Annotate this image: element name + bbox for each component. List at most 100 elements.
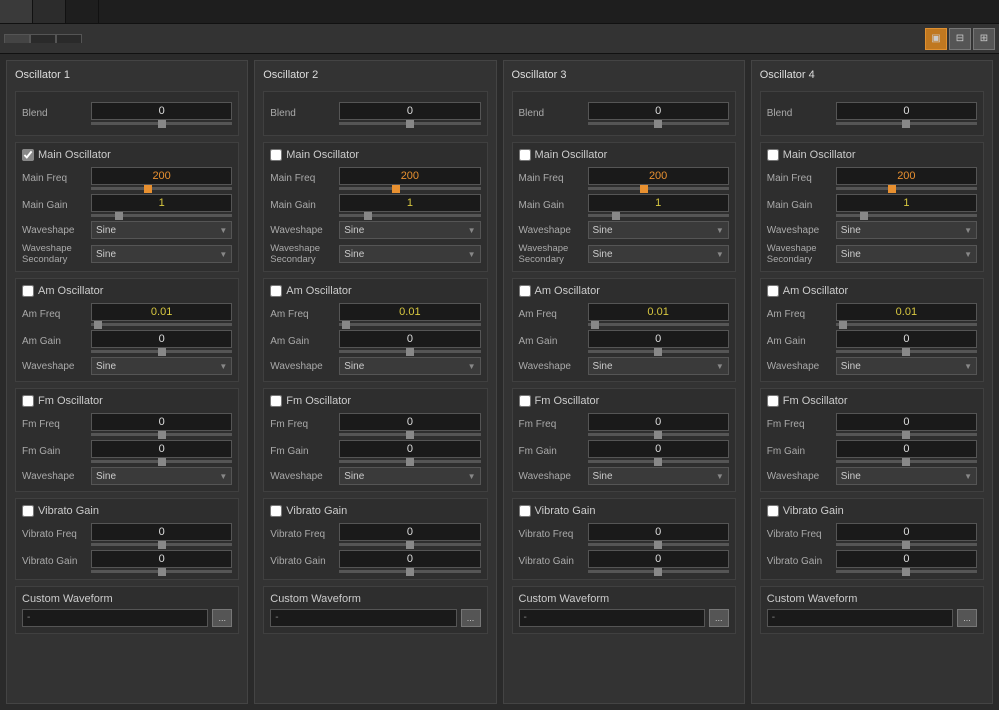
main-osc-checkbox-3[interactable]: [519, 149, 531, 161]
am-osc-checkbox-1[interactable]: [22, 285, 34, 297]
blend-value-1[interactable]: 0: [91, 102, 232, 120]
blend-value-2[interactable]: 0: [339, 102, 480, 120]
main-freq-value-2[interactable]: 200: [339, 167, 480, 185]
fm-osc-checkbox-4[interactable]: [767, 395, 779, 407]
vibrato-checkbox-1[interactable]: [22, 505, 34, 517]
fm-gain-slider-3[interactable]: [588, 460, 729, 463]
main-gain-value-4[interactable]: 1: [836, 194, 977, 212]
title-tab-notes[interactable]: [66, 0, 99, 23]
fm-waveshape-select-2[interactable]: Sine ▼: [339, 467, 480, 485]
main-osc-checkbox-2[interactable]: [270, 149, 282, 161]
single-panel-button[interactable]: ▣: [925, 28, 947, 50]
main-gain-slider-1[interactable]: [91, 214, 232, 217]
vibrato-gain-slider-2[interactable]: [339, 570, 480, 573]
custom-waveform-input-4[interactable]: -: [767, 609, 953, 627]
am-waveshape-select-4[interactable]: Sine ▼: [836, 357, 977, 375]
waveshape-select-4[interactable]: Sine ▼: [836, 221, 977, 239]
tab-states[interactable]: [56, 34, 82, 43]
blend-slider-1[interactable]: [91, 122, 232, 125]
vibrato-gain-slider-4[interactable]: [836, 570, 977, 573]
vibrato-freq-slider-2[interactable]: [339, 543, 480, 546]
tab-effect-settings[interactable]: [4, 34, 30, 43]
custom-waveform-btn-1[interactable]: ...: [212, 609, 232, 627]
fm-gain-value-4[interactable]: 0: [836, 440, 977, 458]
vibrato-gain-slider-3[interactable]: [588, 570, 729, 573]
main-freq-value-1[interactable]: 200: [91, 167, 232, 185]
am-gain-slider-4[interactable]: [836, 350, 977, 353]
main-gain-value-3[interactable]: 1: [588, 194, 729, 212]
am-waveshape-select-1[interactable]: Sine ▼: [91, 357, 232, 375]
blend-slider-2[interactable]: [339, 122, 480, 125]
fm-gain-value-2[interactable]: 0: [339, 440, 480, 458]
main-gain-slider-2[interactable]: [339, 214, 480, 217]
custom-waveform-input-2[interactable]: -: [270, 609, 456, 627]
am-waveshape-select-3[interactable]: Sine ▼: [588, 357, 729, 375]
main-freq-slider-4[interactable]: [836, 187, 977, 190]
am-gain-value-2[interactable]: 0: [339, 330, 480, 348]
am-osc-checkbox-4[interactable]: [767, 285, 779, 297]
vibrato-freq-value-2[interactable]: 0: [339, 523, 480, 541]
waveshape-secondary-select-4[interactable]: Sine ▼: [836, 245, 977, 263]
fm-gain-value-3[interactable]: 0: [588, 440, 729, 458]
vibrato-gain-value-4[interactable]: 0: [836, 550, 977, 568]
am-freq-value-1[interactable]: 0.01: [91, 303, 232, 321]
custom-waveform-btn-4[interactable]: ...: [957, 609, 977, 627]
am-osc-checkbox-3[interactable]: [519, 285, 531, 297]
main-freq-value-4[interactable]: 200: [836, 167, 977, 185]
quad-panel-button[interactable]: ⊞: [973, 28, 995, 50]
am-freq-value-3[interactable]: 0.01: [588, 303, 729, 321]
am-freq-slider-2[interactable]: [339, 323, 480, 326]
main-freq-value-3[interactable]: 200: [588, 167, 729, 185]
fm-freq-value-4[interactable]: 0: [836, 413, 977, 431]
fm-freq-slider-2[interactable]: [339, 433, 480, 436]
vibrato-freq-value-4[interactable]: 0: [836, 523, 977, 541]
fm-osc-checkbox-1[interactable]: [22, 395, 34, 407]
fm-waveshape-select-4[interactable]: Sine ▼: [836, 467, 977, 485]
am-freq-value-4[interactable]: 0.01: [836, 303, 977, 321]
main-gain-value-2[interactable]: 1: [339, 194, 480, 212]
am-gain-value-4[interactable]: 0: [836, 330, 977, 348]
waveshape-select-3[interactable]: Sine ▼: [588, 221, 729, 239]
fm-freq-slider-3[interactable]: [588, 433, 729, 436]
vibrato-freq-value-3[interactable]: 0: [588, 523, 729, 541]
fm-freq-value-1[interactable]: 0: [91, 413, 232, 431]
am-gain-value-3[interactable]: 0: [588, 330, 729, 348]
main-freq-slider-1[interactable]: [91, 187, 232, 190]
fm-freq-value-2[interactable]: 0: [339, 413, 480, 431]
main-freq-slider-2[interactable]: [339, 187, 480, 190]
am-freq-slider-3[interactable]: [588, 323, 729, 326]
fm-osc-checkbox-2[interactable]: [270, 395, 282, 407]
main-gain-value-1[interactable]: 1: [91, 194, 232, 212]
fm-waveshape-select-3[interactable]: Sine ▼: [588, 467, 729, 485]
vibrato-checkbox-2[interactable]: [270, 505, 282, 517]
fm-gain-slider-1[interactable]: [91, 460, 232, 463]
blend-value-4[interactable]: 0: [836, 102, 977, 120]
vibrato-gain-value-1[interactable]: 0: [91, 550, 232, 568]
tab-rtpc[interactable]: [30, 34, 56, 43]
am-gain-value-1[interactable]: 0: [91, 330, 232, 348]
vibrato-gain-value-2[interactable]: 0: [339, 550, 480, 568]
vibrato-freq-value-1[interactable]: 0: [91, 523, 232, 541]
vibrato-freq-slider-1[interactable]: [91, 543, 232, 546]
waveshape-secondary-select-2[interactable]: Sine ▼: [339, 245, 480, 263]
custom-waveform-input-3[interactable]: -: [519, 609, 705, 627]
main-osc-checkbox-1[interactable]: [22, 149, 34, 161]
vibrato-gain-value-3[interactable]: 0: [588, 550, 729, 568]
am-freq-slider-4[interactable]: [836, 323, 977, 326]
vibrato-gain-slider-1[interactable]: [91, 570, 232, 573]
blend-slider-3[interactable]: [588, 122, 729, 125]
waveshape-secondary-select-3[interactable]: Sine ▼: [588, 245, 729, 263]
vibrato-checkbox-4[interactable]: [767, 505, 779, 517]
am-waveshape-select-2[interactable]: Sine ▼: [339, 357, 480, 375]
fm-freq-slider-1[interactable]: [91, 433, 232, 436]
fm-gain-slider-2[interactable]: [339, 460, 480, 463]
am-freq-value-2[interactable]: 0.01: [339, 303, 480, 321]
main-osc-checkbox-4[interactable]: [767, 149, 779, 161]
waveshape-secondary-select-1[interactable]: Sine ▼: [91, 245, 232, 263]
dual-panel-button[interactable]: ⊟: [949, 28, 971, 50]
am-osc-checkbox-2[interactable]: [270, 285, 282, 297]
vibrato-freq-slider-3[interactable]: [588, 543, 729, 546]
title-tab-2[interactable]: [33, 0, 66, 23]
fm-waveshape-select-1[interactable]: Sine ▼: [91, 467, 232, 485]
am-freq-slider-1[interactable]: [91, 323, 232, 326]
